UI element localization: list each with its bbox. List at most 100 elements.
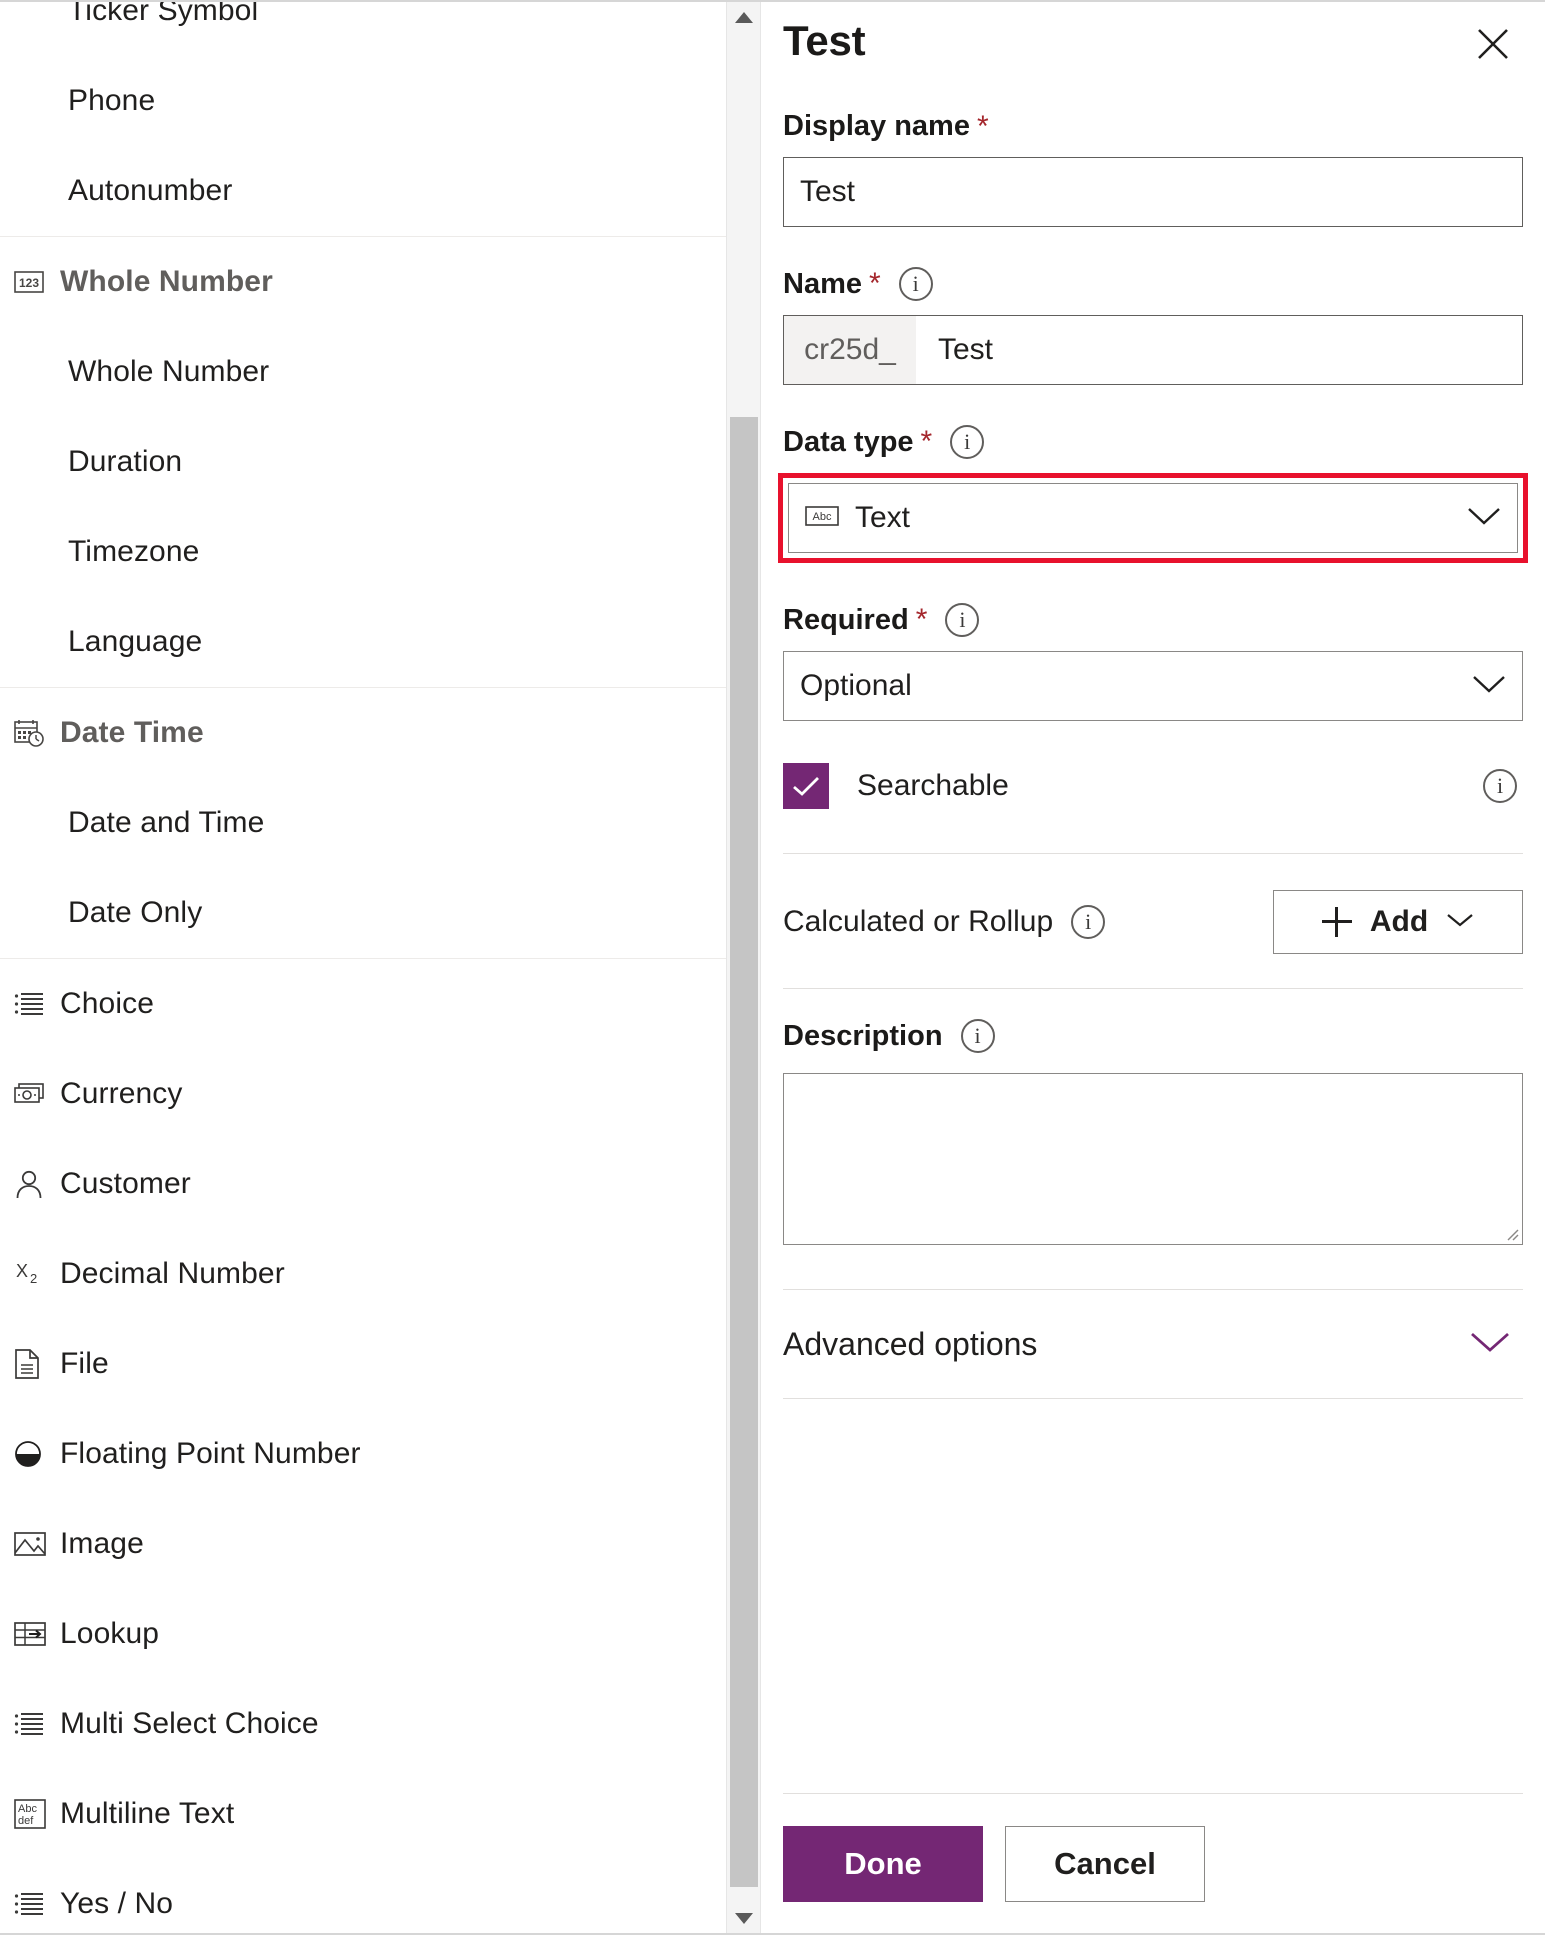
data-type-label: Multiline Text [60, 1797, 235, 1830]
data-type-label: Customer [60, 1167, 191, 1200]
scroll-up-arrow-icon[interactable] [727, 2, 761, 32]
name-prefix: cr25d_ [784, 316, 916, 384]
data-type-dropdown[interactable]: Abc Text [788, 483, 1518, 553]
data-type-item-autonumber[interactable]: Autonumber [0, 146, 726, 236]
data-type-item-duration[interactable]: Duration [0, 417, 726, 507]
data-type-label: Date Only [68, 896, 203, 929]
description-label-row: Description i [783, 1019, 1523, 1053]
add-button-label: Add [1369, 905, 1429, 938]
data-type-item-timezone[interactable]: Timezone [0, 507, 726, 597]
done-button[interactable]: Done [783, 1825, 983, 1902]
chevron-down-icon[interactable] [1469, 1330, 1511, 1359]
data-type-group-whole-number: 123 Whole Number Whole Number Duration T… [0, 237, 726, 688]
calculated-or-rollup-row: Calculated or Rollup i Add [783, 890, 1523, 954]
data-type-label: Date Time [60, 716, 204, 749]
data-type-item-phone[interactable]: Phone [0, 56, 726, 146]
svg-text:X: X [16, 1261, 28, 1281]
resize-grip-icon[interactable] [1503, 1225, 1519, 1241]
data-type-group-other: Choice Currency Customer X 2 Decimal Num… [0, 959, 726, 1933]
display-name-input[interactable]: Test [783, 157, 1523, 227]
divider [783, 853, 1523, 854]
data-type-group-text: Ticker Symbol Phone Autonumber [0, 2, 726, 237]
page-title: Test [783, 17, 866, 64]
info-icon[interactable]: i [945, 603, 980, 637]
person-icon [14, 1169, 60, 1199]
scroll-down-arrow-icon[interactable] [727, 1903, 761, 1933]
advanced-options-label: Advanced options [783, 1325, 1038, 1362]
chevron-down-icon[interactable] [1467, 506, 1501, 531]
cancel-button[interactable]: Cancel [1005, 1825, 1205, 1902]
required-marker: * [920, 425, 933, 458]
searchable-checkbox[interactable] [783, 763, 829, 809]
panel-footer: Done Cancel [783, 1793, 1523, 1933]
data-type-item-language[interactable]: Language [0, 597, 726, 687]
data-type-item-multi-select-choice[interactable]: Multi Select Choice [0, 1679, 726, 1769]
add-calculation-button[interactable]: Add [1273, 890, 1523, 954]
data-type-group-header-date-time[interactable]: Date Time [0, 688, 726, 778]
required-dropdown[interactable]: Optional [783, 651, 1523, 721]
data-type-item-yes-no[interactable]: Yes / No [0, 1859, 726, 1933]
description-textarea[interactable] [783, 1073, 1523, 1245]
bulleted-list-icon [14, 992, 60, 1016]
data-type-item-decimal-number[interactable]: X 2 Decimal Number [0, 1229, 726, 1319]
data-type-label: Currency [60, 1077, 183, 1110]
info-icon[interactable]: i [898, 267, 933, 301]
table-arrow-icon [14, 1621, 60, 1647]
data-type-item-multiline-text[interactable]: Abc def Multiline Text [0, 1769, 726, 1859]
column-properties-panel: Test Display name * Test Name * i cr25d_ [761, 2, 1545, 1933]
name-label: Name * i [783, 267, 1523, 301]
info-icon[interactable]: i [1071, 905, 1106, 939]
bulleted-list-icon [14, 1712, 60, 1736]
data-type-item-currency[interactable]: Currency [0, 1049, 726, 1139]
panel-header: Test [783, 2, 1523, 70]
data-type-label-text: Data type [783, 425, 914, 458]
data-type-label: Yes / No [60, 1887, 174, 1920]
advanced-options-toggle[interactable]: Advanced options [783, 1289, 1523, 1399]
name-input[interactable]: Test [916, 316, 1522, 384]
data-type-label: Ticker Symbol [68, 2, 259, 27]
calendar-clock-icon [14, 718, 60, 748]
data-type-item-date-only[interactable]: Date Only [0, 868, 726, 958]
data-type-label: Floating Point Number [60, 1437, 361, 1470]
vertical-scrollbar[interactable] [727, 2, 761, 1933]
data-type-label: Whole Number [60, 265, 273, 298]
chevron-down-icon[interactable] [1472, 674, 1506, 699]
data-type-item-ticker-symbol[interactable]: Ticker Symbol [0, 2, 726, 56]
data-type-label: Duration [68, 445, 183, 478]
calculated-or-rollup-label: Calculated or Rollup [783, 905, 1054, 938]
chevron-down-icon[interactable] [1446, 912, 1474, 933]
data-type-label: Lookup [60, 1617, 160, 1650]
info-icon[interactable]: i [950, 425, 985, 459]
data-type-item-customer[interactable]: Customer [0, 1139, 726, 1229]
data-type-item-floating-point-number[interactable]: Floating Point Number [0, 1409, 726, 1499]
data-type-item-choice[interactable]: Choice [0, 959, 726, 1049]
data-type-label: Language [68, 625, 203, 658]
data-type-label: Choice [60, 987, 154, 1020]
close-icon[interactable] [1467, 18, 1519, 70]
required-selected-value: Optional [800, 669, 912, 702]
scrollbar-thumb[interactable] [730, 417, 758, 1887]
description-label-text: Description [783, 1019, 943, 1052]
required-marker: * [869, 267, 881, 300]
info-icon[interactable]: i [960, 1019, 995, 1053]
data-type-item-date-and-time[interactable]: Date and Time [0, 778, 726, 868]
required-marker: * [915, 603, 928, 636]
data-type-label: Decimal Number [60, 1257, 285, 1290]
name-input-group[interactable]: cr25d_ Test [783, 315, 1523, 385]
data-type-label: Timezone [68, 535, 200, 568]
info-icon[interactable]: i [1483, 769, 1517, 803]
data-type-list: Ticker Symbol Phone Autonumber 123 Whole… [0, 2, 726, 1933]
123-number-icon: 123 [14, 270, 60, 294]
searchable-row: Searchable i [783, 763, 1523, 809]
data-type-group-header-whole-number[interactable]: 123 Whole Number [0, 237, 726, 327]
data-type-item-whole-number[interactable]: Whole Number [0, 327, 726, 417]
required-label-row: Required * i [783, 603, 1523, 637]
abc-def-icon: Abc def [14, 1799, 60, 1829]
svg-text:2: 2 [30, 1271, 37, 1286]
name-value: Test [938, 333, 994, 366]
picture-icon [14, 1531, 60, 1557]
display-name-label-text: Display name [783, 110, 970, 142]
data-type-item-file[interactable]: File [0, 1319, 726, 1409]
data-type-item-image[interactable]: Image [0, 1499, 726, 1589]
data-type-item-lookup[interactable]: Lookup [0, 1589, 726, 1679]
